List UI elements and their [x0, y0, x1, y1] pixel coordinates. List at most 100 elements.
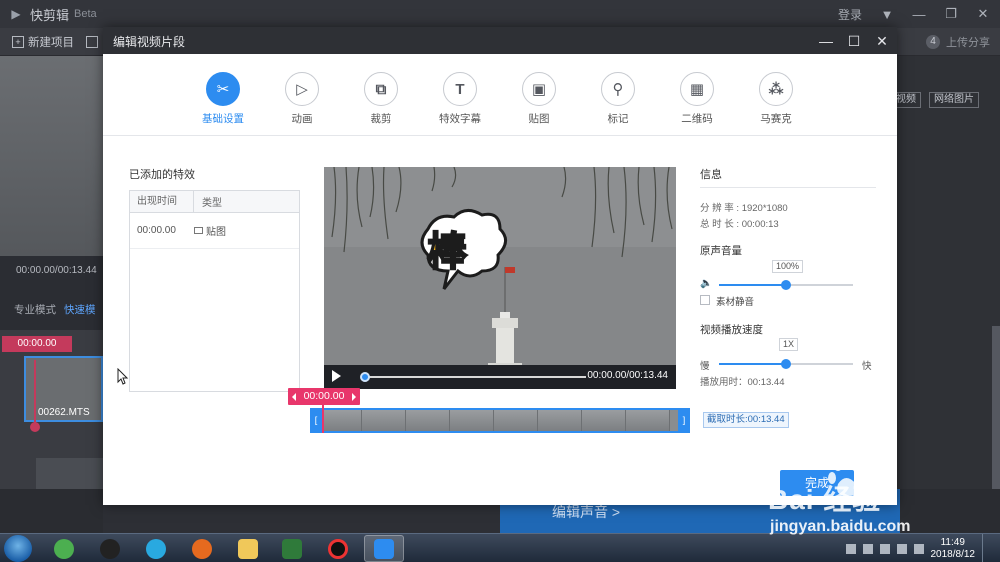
tab-label: 裁剪 — [370, 113, 392, 125]
speed-fast-label: 快 — [862, 361, 872, 372]
tray-icon[interactable] — [845, 543, 856, 554]
right-panel: 视频 网络图片 — [891, 56, 1000, 506]
duration-row: 总 时 长 : 00:00:13 — [700, 216, 779, 230]
volume-icon[interactable] — [913, 543, 924, 554]
divider — [700, 187, 876, 188]
sticker-text: 棒 — [427, 229, 468, 275]
app-icon — [282, 538, 302, 559]
play-time: 播放用时：00:13.44 — [700, 377, 785, 388]
timeline-filmstrip[interactable] — [310, 408, 690, 433]
tab-label: 动画 — [291, 113, 313, 125]
text-icon: T — [443, 72, 477, 106]
effects-table-header: 出现时间 类型 — [130, 190, 299, 213]
tab-effect-subtitle[interactable]: T 特效字幕 — [425, 72, 495, 126]
resolution-label: 分 辨 率 : — [700, 203, 740, 214]
arrow-right-icon[interactable] — [352, 393, 356, 401]
player-controls: 00:00.00/00:13.44 — [324, 365, 676, 389]
folder-icon — [86, 35, 98, 48]
trim-start-handle[interactable]: [ — [310, 408, 322, 433]
maximize-icon[interactable]: ☐ — [847, 34, 861, 48]
clock-date: 2018/8/12 — [930, 548, 976, 560]
tab-basic-settings[interactable]: ✂ 基础设置 — [188, 72, 258, 126]
speed-value: 1X — [779, 338, 799, 351]
timeline-time: 00:00.00 — [303, 390, 345, 402]
effect-type-cell: 贴图 — [194, 223, 226, 238]
arrow-left-icon[interactable] — [292, 393, 296, 401]
start-button[interactable] — [4, 535, 32, 562]
play-icon: ▷ — [285, 72, 319, 106]
video-preview[interactable]: 棒 — [324, 167, 676, 389]
restore-icon[interactable]: ❐ — [944, 6, 958, 22]
taskbar-app-editor[interactable] — [272, 535, 312, 562]
tab-sticker[interactable]: ▣ 贴图 — [504, 72, 574, 126]
qq-icon — [100, 538, 120, 559]
clock[interactable]: 11:49 2018/8/12 — [931, 537, 976, 561]
record-icon — [328, 538, 348, 559]
fast-mode-tab[interactable]: 快速模 — [64, 302, 96, 317]
mosaic-icon: ⁂ — [759, 72, 793, 106]
mode-switch: 专业模式 快速模 — [0, 300, 103, 318]
minimize-icon[interactable]: — — [819, 34, 833, 48]
volume-value: 100% — [772, 260, 804, 273]
tab-mark[interactable]: ⚲ 标记 — [583, 72, 653, 126]
system-tray: 11:49 2018/8/12 — [845, 534, 991, 562]
main-preview — [0, 56, 103, 256]
scrollbar[interactable] — [992, 326, 1000, 506]
taskbar-app-kuaijianji[interactable] — [364, 535, 404, 562]
app-beta-label: Beta — [74, 8, 97, 20]
tab-animation[interactable]: ▷ 动画 — [267, 72, 337, 126]
browser-360-icon — [54, 538, 74, 559]
tray-icon[interactable] — [879, 543, 890, 554]
speaker-icon[interactable]: 🔈 — [700, 279, 712, 289]
tab-mosaic[interactable]: ⁂ 马赛克 — [741, 72, 811, 126]
dropdown-icon[interactable]: ▼ — [880, 7, 894, 22]
image-icon: ▣ — [522, 72, 556, 106]
clip-time-marker[interactable]: 00:00.00 — [2, 336, 72, 352]
playhead-knob[interactable] — [30, 422, 40, 432]
kuaijianji-icon — [374, 538, 394, 559]
taskbar-app-media[interactable] — [136, 535, 176, 562]
pro-mode-tab[interactable]: 专业模式 — [14, 302, 56, 317]
network-icon[interactable] — [896, 543, 907, 554]
taskbar-app-firefox[interactable] — [182, 535, 222, 562]
speed-slider-fill — [719, 363, 786, 365]
firefox-icon — [192, 538, 212, 559]
tab-bar: ✂ 基础设置 ▷ 动画 ⧉ 裁剪 T 特效字幕 ▣ 贴图 ⚲ 标记 ▦ 二维码 … — [103, 54, 897, 136]
resolution-value: 1920*1080 — [741, 203, 788, 214]
timeline-time-marker[interactable]: 00:00.00 — [288, 388, 360, 405]
sticker-icon — [194, 227, 203, 234]
clock-time: 11:49 — [940, 536, 965, 548]
seek-bar[interactable] — [362, 376, 586, 378]
volume-slider-knob[interactable] — [781, 280, 791, 290]
speed-slow-label: 慢 — [700, 361, 710, 372]
tab-qrcode[interactable]: ▦ 二维码 — [662, 72, 732, 126]
mute-checkbox[interactable] — [700, 295, 710, 305]
taskbar-app-explorer[interactable] — [228, 535, 268, 562]
tray-icon[interactable] — [862, 543, 873, 554]
pin-icon: ⚲ — [601, 72, 635, 106]
play-icon[interactable] — [332, 370, 341, 382]
web-image-button[interactable]: 网络图片 — [929, 92, 979, 108]
tab-crop[interactable]: ⧉ 裁剪 — [346, 72, 416, 126]
tab-label: 标记 — [607, 113, 629, 125]
done-button[interactable]: 完成 — [780, 470, 854, 496]
taskbar-app-360[interactable] — [44, 535, 84, 562]
folder-button[interactable] — [86, 35, 102, 48]
show-desktop-button[interactable] — [982, 534, 990, 562]
upload-share-label[interactable]: 上传分享 — [946, 34, 990, 50]
close-icon[interactable]: ✕ — [875, 34, 889, 48]
taskbar-app-recorder[interactable] — [318, 535, 358, 562]
player-time: 00:00.00/00:13.44 — [587, 370, 668, 381]
seek-knob[interactable] — [360, 372, 370, 382]
new-project-button[interactable]: + 新建项目 — [12, 34, 74, 50]
trim-end-handle[interactable]: ] — [678, 408, 690, 433]
video-frame: 棒 — [324, 167, 676, 389]
resolution-row: 分 辨 率 : 1920*1080 — [700, 200, 788, 214]
table-row[interactable]: 00:00.00 贴图 — [130, 213, 299, 249]
minimize-icon[interactable]: — — [912, 7, 926, 22]
login-link[interactable]: 登录 — [838, 6, 862, 23]
speed-slider-knob[interactable] — [781, 359, 791, 369]
effect-time: 00:00.00 — [137, 225, 176, 236]
close-icon[interactable]: ✕ — [976, 6, 990, 22]
taskbar-app-qq[interactable] — [90, 535, 130, 562]
